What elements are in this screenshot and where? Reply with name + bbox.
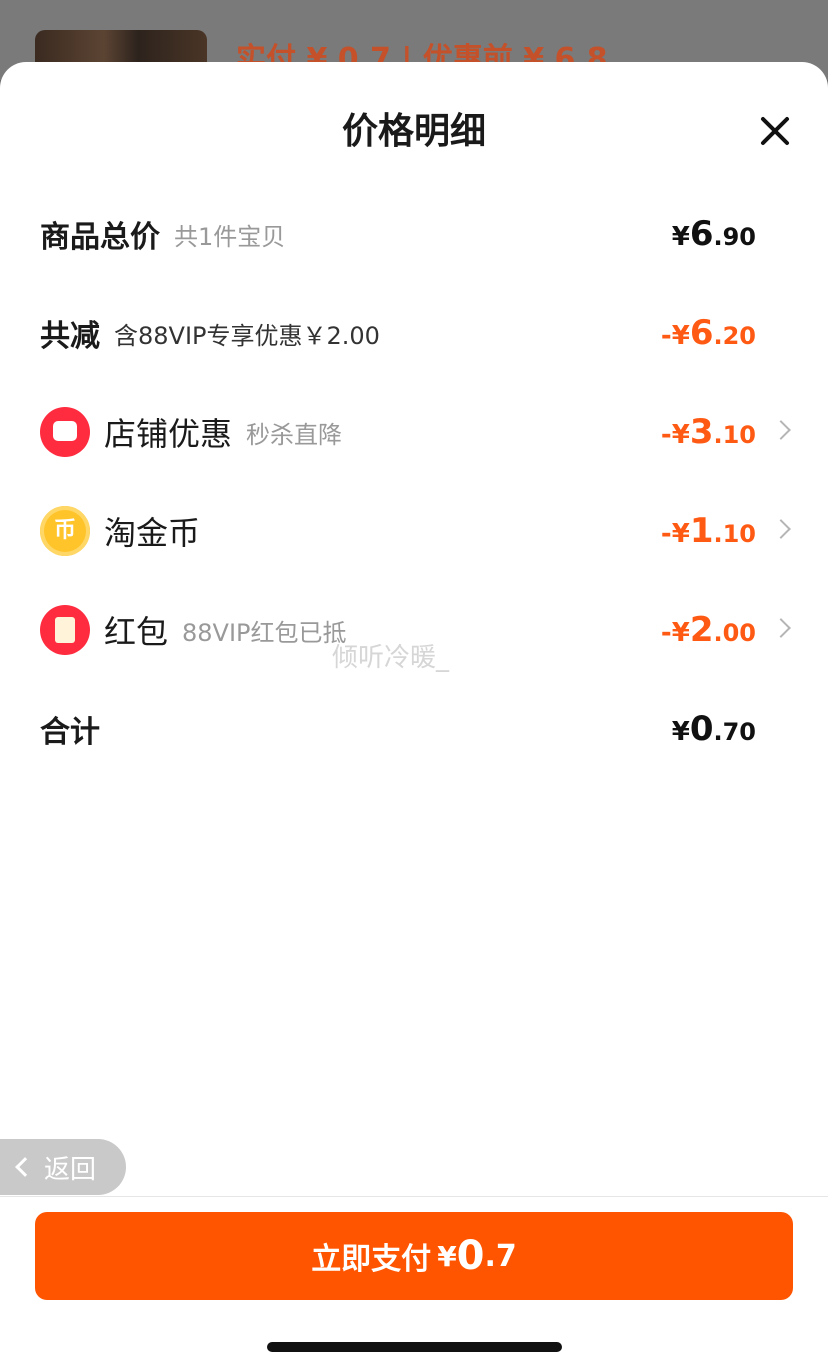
amount-decimal: .90	[713, 223, 756, 251]
total-price-amount: ¥6.90	[672, 214, 756, 254]
home-indicator	[267, 1342, 562, 1352]
price-detail-sheet: 价格明细 商品总价 共1件宝贝 ¥6.90 共减 含88VIP专享优惠￥2.00…	[0, 62, 828, 1371]
row-store-discount[interactable]: 店铺优惠 秒杀直降 -¥3.10	[40, 402, 800, 462]
chevron-right-icon[interactable]	[771, 618, 791, 638]
currency: ¥	[671, 717, 690, 747]
currency: -¥	[660, 420, 690, 450]
sheet-title: 价格明细	[341, 111, 486, 152]
row-taobao-coin[interactable]: 币 淘金币 -¥1.10	[40, 501, 800, 561]
amount-integer: 2	[689, 610, 714, 650]
red-packet-amount: -¥2.00	[661, 610, 756, 650]
amount-decimal: .10	[713, 421, 756, 449]
sum-label: 合计	[40, 715, 100, 750]
red-packet-note: 88VIP红包已抵	[182, 618, 347, 647]
store-discount-note: 秒杀直降	[246, 420, 343, 449]
store-discount-label: 店铺优惠	[104, 415, 233, 453]
pay-label: 立即支付	[311, 1242, 432, 1277]
row-total-price: 商品总价 共1件宝贝 ¥6.90	[40, 204, 800, 264]
red-packet-icon	[40, 605, 90, 655]
store-icon	[40, 407, 90, 457]
sum-amount: ¥0.70	[672, 709, 756, 749]
amount-integer: 6	[689, 214, 714, 254]
watermark: 倾听冷暖_	[332, 643, 450, 673]
divider	[0, 1196, 828, 1197]
amount-decimal: .00	[713, 619, 756, 647]
pay-currency: ¥	[437, 1239, 457, 1273]
amount-decimal: .70	[713, 718, 756, 746]
total-discount-label: 共减	[40, 319, 100, 354]
currency: -¥	[660, 618, 690, 648]
amount-decimal: .10	[713, 520, 756, 548]
close-icon[interactable]	[754, 110, 796, 152]
coin-icon: 币	[40, 506, 90, 556]
chevron-left-icon	[15, 1157, 35, 1177]
total-discount-amount: -¥6.20	[661, 313, 756, 353]
amount-integer: 3	[689, 412, 714, 452]
coin-glyph: 币	[53, 518, 76, 543]
currency: -¥	[660, 519, 690, 549]
chevron-right-icon[interactable]	[771, 519, 791, 539]
amount-integer: 6	[689, 313, 714, 353]
currency: -¥	[660, 321, 690, 351]
chevron-right-icon[interactable]	[771, 420, 791, 440]
back-label: 返回	[44, 1154, 97, 1185]
total-discount-note: 含88VIP专享优惠￥2.00	[114, 321, 380, 350]
pay-now-button[interactable]: 立即支付 ¥ 0 .7	[35, 1212, 793, 1300]
red-packet-label: 红包	[104, 613, 169, 651]
coin-label: 淘金币	[104, 514, 201, 552]
total-price-count: 共1件宝贝	[174, 222, 286, 251]
back-button[interactable]: 返回	[0, 1139, 126, 1195]
store-discount-amount: -¥3.10	[661, 412, 756, 452]
row-sum: 合计 ¥0.70	[40, 699, 800, 759]
amount-decimal: .20	[713, 322, 756, 350]
row-total-discount: 共减 含88VIP专享优惠￥2.00 -¥6.20	[40, 303, 800, 363]
pay-integer: 0	[456, 1233, 485, 1279]
coin-amount: -¥1.10	[661, 511, 756, 551]
pay-decimal: .7	[484, 1238, 517, 1274]
amount-integer: 0	[689, 709, 714, 749]
amount-integer: 1	[689, 511, 714, 551]
total-price-label: 商品总价	[40, 220, 160, 255]
currency: ¥	[671, 222, 690, 252]
